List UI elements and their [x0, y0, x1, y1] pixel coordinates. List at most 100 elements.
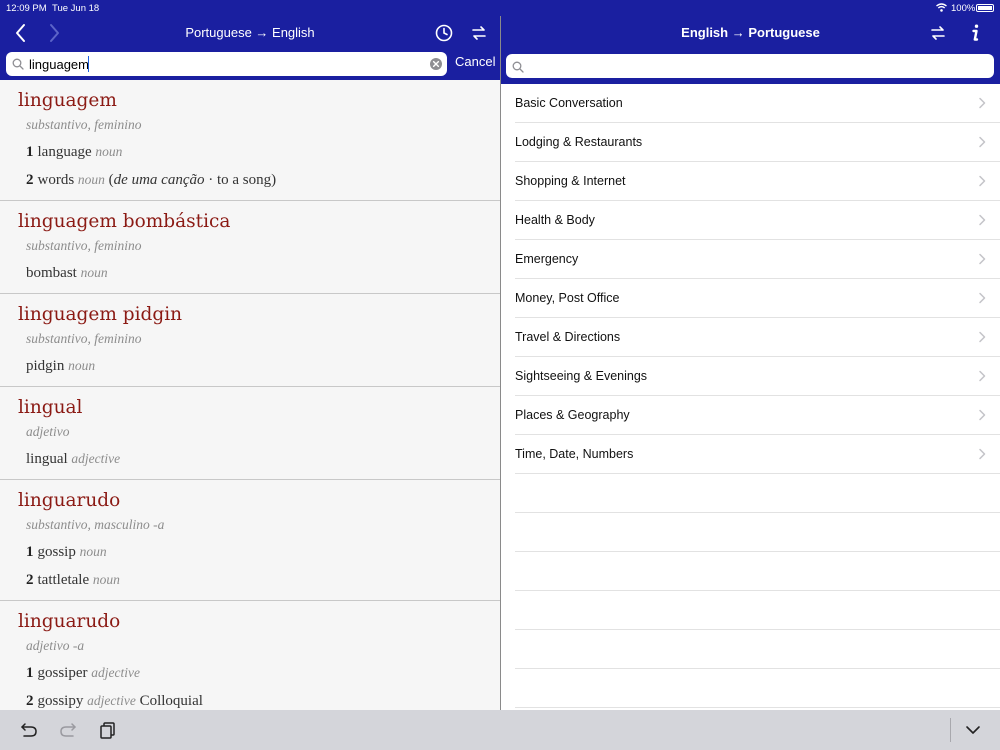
- swap-direction-icon[interactable]: [926, 21, 950, 45]
- context-open: (: [104, 172, 114, 188]
- sense-number: 2: [26, 693, 34, 709]
- status-time: 12:09 PM: [6, 3, 47, 14]
- undo-icon[interactable]: [19, 720, 39, 740]
- result-entry[interactable]: lingual adjetivo lingual adjective: [0, 387, 500, 480]
- sense-line: bombast noun: [26, 263, 482, 283]
- category-label: Places & Geography: [515, 408, 630, 422]
- grammar-label: substantivo, feminino: [26, 238, 142, 253]
- part-of-speech: noun: [80, 265, 108, 280]
- translation: tattletale: [37, 572, 90, 588]
- category-item[interactable]: Travel & Directions: [515, 318, 1000, 357]
- headword: linguagem: [18, 90, 117, 111]
- grammar-label: substantivo, feminino: [26, 117, 142, 132]
- empty-row: [515, 513, 1000, 552]
- chevron-right-icon: [978, 330, 986, 348]
- chevron-right-icon: [978, 135, 986, 153]
- left-search-input-text[interactable]: linguagem: [29, 57, 89, 72]
- category-item[interactable]: Shopping & Internet: [515, 162, 1000, 201]
- register-label: Colloquial: [139, 693, 203, 709]
- category-item[interactable]: Basic Conversation: [515, 84, 1000, 123]
- right-nav-bar: English → Portuguese: [501, 16, 1000, 50]
- headword: lingual: [18, 397, 83, 418]
- left-nav-bar: Portuguese → English: [0, 16, 500, 50]
- empty-row: [515, 474, 1000, 513]
- category-item[interactable]: Sightseeing & Evenings: [515, 357, 1000, 396]
- category-item[interactable]: Emergency: [515, 240, 1000, 279]
- translation: pidgin: [26, 358, 65, 374]
- result-entry[interactable]: linguagem substantivo, feminino 1 language …: [0, 80, 500, 201]
- status-bar: 12:09 PM Tue Jun 18 100%: [0, 0, 1000, 16]
- part-of-speech: noun: [95, 144, 123, 159]
- category-label: Lodging & Restaurants: [515, 135, 643, 149]
- sense-line: 2 words noun (de uma canção · to a song): [26, 170, 482, 190]
- part-of-speech: noun: [77, 172, 105, 187]
- category-label: Basic Conversation: [515, 96, 623, 110]
- keyboard-shortcut-bar: [0, 710, 1000, 750]
- battery-percent: 100%: [951, 3, 976, 14]
- sense-number: 1: [26, 665, 34, 681]
- right-search-field[interactable]: [506, 54, 994, 78]
- sense-line: 1 language noun: [26, 142, 482, 162]
- chevron-right-icon: [978, 96, 986, 114]
- left-search-field[interactable]: linguagem: [6, 52, 447, 76]
- part-of-speech: noun: [79, 544, 107, 559]
- headword: linguagem bombástica: [18, 211, 231, 232]
- sense-number: 1: [26, 544, 34, 560]
- sense-line: pidgin noun: [26, 356, 482, 376]
- sense-line: 1 gossip noun: [26, 542, 482, 562]
- search-results-list: linguagem substantivo, feminino 1 language …: [0, 80, 500, 710]
- headword: linguarudo: [18, 490, 121, 511]
- category-label: Shopping & Internet: [515, 174, 626, 188]
- translation: words: [37, 172, 75, 188]
- translation: gossiper: [37, 665, 88, 681]
- chevron-right-icon: [978, 447, 986, 465]
- headword: linguarudo: [18, 611, 121, 632]
- text-cursor: [88, 56, 89, 72]
- category-item[interactable]: Time, Date, Numbers: [515, 435, 1000, 474]
- info-icon[interactable]: [963, 21, 987, 45]
- grammar-label: substantivo, masculino -a: [26, 517, 165, 532]
- clear-text-icon[interactable]: [429, 57, 443, 71]
- grammar-label: adjetivo -a: [26, 638, 85, 653]
- search-icon: [12, 58, 24, 70]
- result-entry[interactable]: linguarudo substantivo, masculino -a 1 goss…: [0, 480, 500, 601]
- chevron-right-icon: [978, 408, 986, 426]
- swap-direction-icon[interactable]: [467, 21, 491, 45]
- chevron-right-icon: [978, 369, 986, 387]
- translation: gossipy: [37, 693, 84, 709]
- grammar-label: substantivo, feminino: [26, 331, 142, 346]
- sense-number: 2: [26, 172, 34, 188]
- battery-icon: [976, 4, 994, 12]
- part-of-speech: noun: [92, 572, 120, 587]
- keyboard-dismiss-icon[interactable]: [963, 720, 983, 740]
- english-portuguese-pane: English → Portuguese Basic Conversation L…: [501, 16, 1000, 710]
- part-of-speech: noun: [68, 358, 96, 373]
- history-clock-icon[interactable]: [432, 21, 456, 45]
- sense-line: 1 gossiper adjective: [26, 663, 482, 683]
- part-of-speech: adjective: [91, 665, 140, 680]
- part-of-speech: adjective: [87, 693, 136, 708]
- result-entry[interactable]: linguarudo adjetivo -a 1 gossiper adjective…: [0, 601, 500, 710]
- cancel-button[interactable]: Cancel: [455, 54, 495, 69]
- sense-line: 2 gossipy adjective Colloquial: [26, 691, 482, 710]
- result-entry[interactable]: linguagem bombástica substantivo, feminin…: [0, 201, 500, 294]
- portuguese-english-pane: Portuguese → English linguagem Cancel li…: [0, 16, 500, 710]
- sense-line: 2 tattletale noun: [26, 570, 482, 590]
- headword: linguagem pidgin: [18, 304, 183, 325]
- category-item[interactable]: Health & Body: [515, 201, 1000, 240]
- part-of-speech: adjective: [71, 451, 121, 466]
- translation: lingual: [26, 451, 68, 467]
- category-item[interactable]: Money, Post Office: [515, 279, 1000, 318]
- context-translation: · to a song): [204, 172, 277, 188]
- category-label: Sightseeing & Evenings: [515, 369, 648, 383]
- sense-line: lingual adjective: [26, 449, 482, 469]
- category-item[interactable]: Places & Geography: [515, 396, 1000, 435]
- category-item[interactable]: Lodging & Restaurants: [515, 123, 1000, 162]
- left-nav-title: Portuguese → English: [185, 25, 315, 40]
- result-entry[interactable]: linguagem pidgin substantivo, feminino pid…: [0, 294, 500, 387]
- chevron-right-icon: [978, 174, 986, 192]
- phrasebook-category-list: Basic Conversation Lodging & Restaurants S…: [501, 84, 1000, 710]
- paste-icon[interactable]: [98, 720, 118, 740]
- redo-icon[interactable]: [58, 720, 78, 740]
- empty-row: [515, 630, 1000, 669]
